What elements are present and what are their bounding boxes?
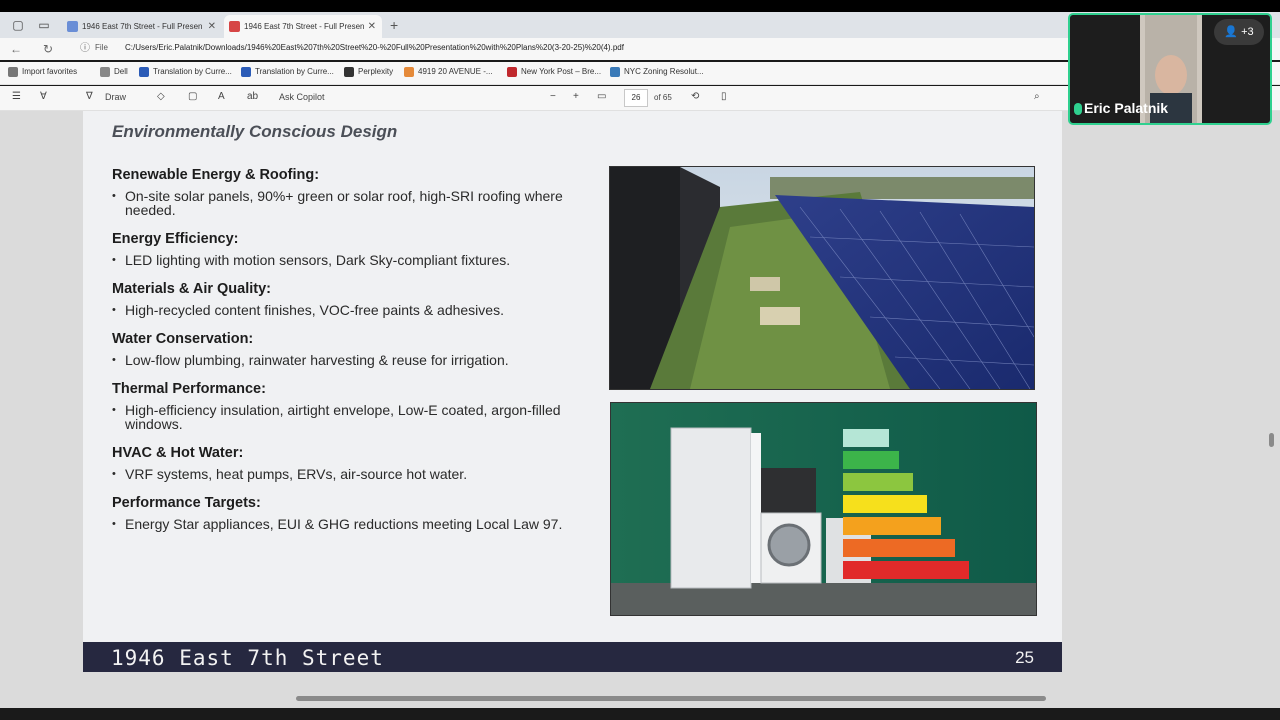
bookmark-label: Dell bbox=[114, 67, 128, 76]
section-bullet: High-recycled content finishes, VOC-free… bbox=[112, 303, 582, 317]
bookmark-item[interactable]: 4919 20 AVENUE -... bbox=[404, 67, 493, 77]
contents-icon[interactable]: ☰ bbox=[12, 91, 21, 102]
section-heading: Renewable Energy & Roofing: bbox=[112, 167, 320, 183]
section-bullet: VRF systems, heat pumps, ERVs, air-sourc… bbox=[112, 467, 582, 481]
draw-icon[interactable]: ∇ bbox=[86, 91, 93, 102]
bookmark-label: Translation by Curre... bbox=[153, 67, 232, 76]
horizontal-scrollbar[interactable] bbox=[0, 688, 1280, 708]
feature-section: Performance Targets: Energy Star applian… bbox=[112, 495, 582, 531]
tab-title: 1946 East 7th Street - Full Presen bbox=[244, 22, 365, 31]
bookmark-label: NYC Zoning Resolut... bbox=[624, 67, 704, 76]
nypost-icon bbox=[507, 67, 517, 77]
section-bullet: LED lighting with motion sensors, Dark S… bbox=[112, 253, 582, 267]
bookmark-item[interactable]: Translation by Curre... bbox=[241, 67, 334, 77]
translate-icon[interactable]: ab bbox=[247, 91, 258, 102]
slide-footer: 1946 East 7th Street 25 bbox=[83, 642, 1062, 672]
participant-count: +3 bbox=[1241, 26, 1254, 38]
section-heading: Performance Targets: bbox=[112, 495, 261, 511]
pdf-viewer: Environmentally Conscious Design Renewab… bbox=[0, 111, 1280, 688]
participant-count-badge[interactable]: 👤 +3 bbox=[1214, 19, 1264, 45]
eraser-icon[interactable]: ◇ bbox=[157, 91, 165, 102]
tab-actions-icon[interactable]: ▭ bbox=[36, 17, 52, 33]
browser-tab-active[interactable]: 1946 East 7th Street - Full Presen ✕ bbox=[224, 15, 382, 38]
page-total: of 65 bbox=[654, 93, 672, 102]
feature-section: Materials & Air Quality: High-recycled c… bbox=[112, 281, 582, 317]
vertical-scrollbar-thumb[interactable] bbox=[1269, 433, 1274, 447]
browser-tab[interactable]: 1946 East 7th Street - Full Presen ✕ bbox=[62, 15, 222, 38]
video-call-tile[interactable]: 👤 +3 Eric Palatnik bbox=[1068, 13, 1272, 125]
feature-section: Renewable Energy & Roofing: On-site sola… bbox=[112, 167, 582, 217]
bookmark-item[interactable]: New York Post – Bre... bbox=[507, 67, 602, 77]
feature-section: Thermal Performance: High-efficiency ins… bbox=[112, 381, 582, 431]
participant-name: Eric Palatnik bbox=[1084, 100, 1169, 116]
file-label: File bbox=[95, 43, 108, 52]
document-favicon-icon bbox=[67, 21, 78, 32]
section-heading: Water Conservation: bbox=[112, 331, 254, 347]
text-box-icon[interactable]: ▢ bbox=[188, 91, 197, 102]
refresh-icon[interactable]: ↻ bbox=[40, 41, 56, 57]
translation-icon bbox=[241, 67, 251, 77]
slide-page: Environmentally Conscious Design Renewab… bbox=[83, 111, 1062, 672]
section-bullet: On-site solar panels, 90%+ green or sola… bbox=[112, 189, 582, 217]
feature-list: Renewable Energy & Roofing: On-site sola… bbox=[112, 167, 582, 545]
green-roof-solar-image bbox=[609, 166, 1035, 390]
perplexity-icon bbox=[344, 67, 354, 77]
section-bullet: High-efficiency insulation, airtight env… bbox=[112, 403, 582, 431]
section-heading: Thermal Performance: bbox=[112, 381, 266, 397]
window-bottom-edge bbox=[0, 708, 1280, 720]
footer-title: 1946 East 7th Street bbox=[111, 646, 384, 670]
bookmark-item[interactable]: Dell bbox=[100, 67, 128, 77]
ask-copilot-button[interactable]: Ask Copilot bbox=[279, 92, 325, 102]
site-icon bbox=[404, 67, 414, 77]
page-view-icon[interactable]: ▯ bbox=[721, 91, 727, 102]
bookmark-label: 4919 20 AVENUE -... bbox=[418, 67, 493, 76]
feature-section: Energy Efficiency: LED lighting with mot… bbox=[112, 231, 582, 267]
tab-close-icon[interactable]: ✕ bbox=[208, 15, 216, 38]
nyc-icon bbox=[610, 67, 620, 77]
bookmark-item[interactable]: Translation by Curre... bbox=[139, 67, 232, 77]
slide-title: Environmentally Conscious Design bbox=[112, 122, 398, 141]
footer-page-number: 25 bbox=[1015, 648, 1034, 667]
fit-page-icon[interactable]: ▭ bbox=[597, 91, 606, 102]
draw-button[interactable]: Draw bbox=[105, 92, 126, 102]
section-heading: Materials & Air Quality: bbox=[112, 281, 272, 297]
zoom-in-button[interactable]: + bbox=[573, 91, 579, 102]
section-heading: Energy Efficiency: bbox=[112, 231, 239, 247]
back-icon[interactable]: ← bbox=[8, 41, 24, 57]
folder-icon bbox=[100, 67, 110, 77]
bookmark-item[interactable]: Import favorites bbox=[8, 67, 78, 77]
tab-title: 1946 East 7th Street - Full Presen bbox=[82, 22, 203, 31]
section-bullet: Low-flow plumbing, rainwater harvesting … bbox=[112, 353, 582, 367]
bookmark-label: Translation by Curre... bbox=[255, 67, 334, 76]
bookmark-label: Import favorites bbox=[22, 67, 78, 76]
search-icon[interactable]: ⌕ bbox=[1034, 91, 1040, 102]
bookmark-item[interactable]: NYC Zoning Resolut... bbox=[610, 67, 704, 77]
window-top-edge bbox=[0, 0, 1280, 12]
workspaces-icon[interactable]: ▢ bbox=[10, 17, 26, 33]
plus-icon[interactable]: + bbox=[390, 17, 398, 33]
pdf-favicon-icon bbox=[229, 21, 240, 32]
info-icon[interactable]: ⓘ bbox=[77, 41, 93, 57]
green-roof-illustration bbox=[610, 167, 1034, 389]
bookmark-item[interactable]: Perplexity bbox=[344, 67, 394, 77]
translation-icon bbox=[139, 67, 149, 77]
horizontal-scrollbar-thumb[interactable] bbox=[296, 696, 1046, 701]
tab-close-icon[interactable]: ✕ bbox=[368, 15, 376, 38]
energy-label-illustration bbox=[611, 403, 1036, 615]
bookmark-label: New York Post – Bre... bbox=[521, 67, 602, 76]
page-number-input[interactable]: 26 bbox=[624, 89, 648, 107]
microphone-icon bbox=[1074, 103, 1082, 115]
energy-appliances-image bbox=[610, 402, 1037, 616]
rotate-icon[interactable]: ⟲ bbox=[691, 91, 699, 102]
feature-section: HVAC & Hot Water: VRF systems, heat pump… bbox=[112, 445, 582, 481]
feature-section: Water Conservation: Low-flow plumbing, r… bbox=[112, 331, 582, 367]
section-bullet: Energy Star appliances, EUI & GHG reduct… bbox=[112, 517, 582, 531]
highlight-icon[interactable]: ∀ bbox=[40, 91, 47, 102]
read-aloud-icon[interactable]: A bbox=[218, 91, 225, 102]
import-icon bbox=[8, 67, 18, 77]
bookmark-label: Perplexity bbox=[358, 67, 394, 76]
section-heading: HVAC & Hot Water: bbox=[112, 445, 244, 461]
url-field[interactable]: C:/Users/Eric.Palatnik/Downloads/1946%20… bbox=[125, 43, 624, 52]
zoom-out-button[interactable]: − bbox=[550, 91, 556, 102]
